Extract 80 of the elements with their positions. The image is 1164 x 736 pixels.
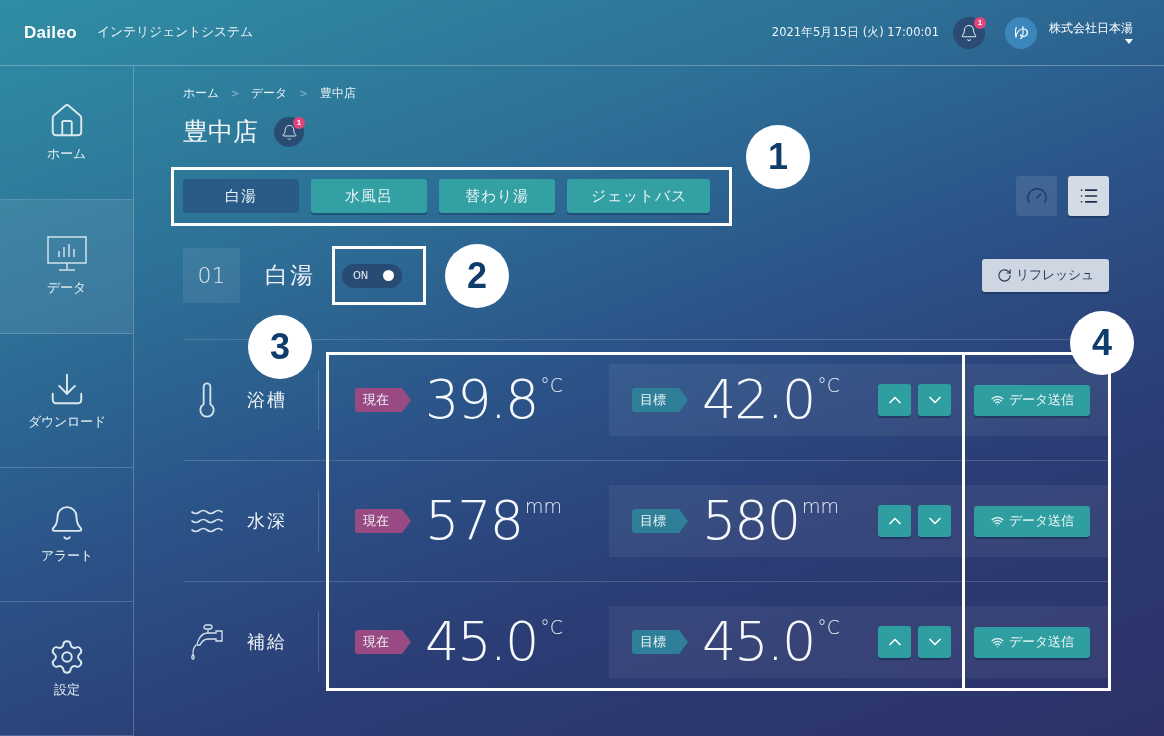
faucet-icon xyxy=(190,623,224,661)
caret-down-icon[interactable] xyxy=(1125,39,1133,44)
list-view-button[interactable] xyxy=(1068,176,1109,216)
increase-button[interactable] xyxy=(878,384,911,416)
value-unit: °C xyxy=(817,374,840,396)
measurement-label: 補給 xyxy=(247,630,287,654)
sidebar-item-label: ホーム xyxy=(47,146,86,163)
on-off-switch[interactable]: ON xyxy=(342,263,402,288)
callout-number: 4 xyxy=(1070,311,1134,375)
increase-button[interactable] xyxy=(878,505,911,537)
target-value: 580 xyxy=(702,493,800,549)
current-tag: 現在 xyxy=(355,388,411,412)
decrease-button[interactable] xyxy=(918,505,951,537)
bell-icon xyxy=(960,23,978,42)
user-avatar[interactable]: ゆ xyxy=(1005,16,1037,49)
bath-tab[interactable]: ジェットバス xyxy=(567,179,710,213)
bath-tab[interactable]: 水風呂 xyxy=(311,179,427,213)
gauge-view-button[interactable] xyxy=(1016,176,1057,216)
company-name[interactable]: 株式会社日本湯 xyxy=(1049,21,1133,36)
switch-knob xyxy=(383,270,394,281)
current-value: 578 xyxy=(425,493,523,549)
notification-button[interactable]: 1 xyxy=(953,16,985,49)
sidebar-item-label: データ xyxy=(47,280,86,297)
wifi-icon xyxy=(990,635,1004,649)
target-value: 45.0 xyxy=(702,614,815,670)
callout-number: 2 xyxy=(445,244,509,308)
breadcrumb-separator: > xyxy=(231,88,240,99)
alert-count: 1 xyxy=(293,117,305,129)
sidebar-item[interactable]: ダウンロード xyxy=(0,334,133,468)
breadcrumb-link[interactable]: 豊中店 xyxy=(319,85,356,102)
bath-tab[interactable]: 白湯 xyxy=(183,179,299,213)
breadcrumb-link[interactable]: データ xyxy=(251,85,288,102)
target-value: 42.0 xyxy=(702,372,815,428)
sidebar-item-label: アラート xyxy=(40,548,93,565)
logo: Daileo xyxy=(24,22,77,43)
wifi-icon xyxy=(990,514,1004,528)
bath-name: 白湯 xyxy=(265,261,315,290)
callout-number: 1 xyxy=(746,125,810,189)
current-tag: 現在 xyxy=(355,630,411,654)
sidebar-item[interactable]: データ xyxy=(0,200,133,334)
current-tag: 現在 xyxy=(355,509,411,533)
refresh-icon xyxy=(997,268,1012,283)
current-value: 39.8 xyxy=(425,372,538,428)
sidebar-item-label: ダウンロード xyxy=(27,414,106,431)
measurement-label: 浴槽 xyxy=(247,388,287,412)
page-title: 豊中店 xyxy=(183,116,258,148)
callout-number: 3 xyxy=(248,315,312,379)
value-unit: °C xyxy=(540,616,563,638)
breadcrumb-separator: > xyxy=(299,88,308,99)
current-value: 45.0 xyxy=(425,614,538,670)
sidebar-item-label: 設定 xyxy=(53,682,80,699)
send-data-button[interactable]: データ送信 xyxy=(974,384,1090,416)
system-name: インテリジェントシステム xyxy=(96,24,253,41)
bath-number: 01 xyxy=(183,248,240,303)
sidebar-item[interactable]: 設定 xyxy=(0,602,133,736)
breadcrumb-link[interactable]: ホーム xyxy=(183,85,219,102)
value-unit: mm xyxy=(525,495,563,517)
notification-count: 1 xyxy=(974,16,986,29)
list-icon xyxy=(1078,186,1099,206)
value-unit: °C xyxy=(540,374,563,396)
send-data-button[interactable]: データ送信 xyxy=(974,505,1090,537)
bath-tab[interactable]: 替わり湯 xyxy=(439,179,555,213)
target-tag: 目標 xyxy=(632,509,688,533)
sidebar-item[interactable]: アラート xyxy=(0,468,133,602)
date-time: 2021年5月15日 (火) 17:00:01 xyxy=(771,25,939,40)
value-unit: °C xyxy=(817,616,840,638)
decrease-button[interactable] xyxy=(918,626,951,658)
alert-button[interactable]: 1 xyxy=(274,117,304,147)
sidebar-item[interactable]: ホーム xyxy=(0,66,133,200)
target-tag: 目標 xyxy=(632,388,688,412)
monitor-chart-icon xyxy=(46,236,87,274)
refresh-button[interactable]: リフレッシュ xyxy=(982,259,1109,292)
send-data-button[interactable]: データ送信 xyxy=(974,626,1090,658)
measurement-label: 水深 xyxy=(247,509,287,533)
value-unit: mm xyxy=(802,495,840,517)
bell-icon xyxy=(280,123,298,141)
wifi-icon xyxy=(990,393,1004,407)
decrease-button[interactable] xyxy=(918,384,951,416)
target-tag: 目標 xyxy=(632,630,688,654)
increase-button[interactable] xyxy=(878,626,911,658)
